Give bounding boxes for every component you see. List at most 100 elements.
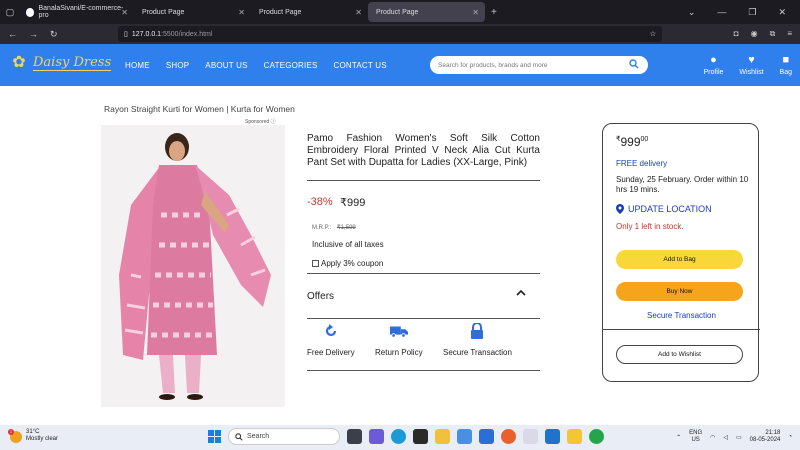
volume-icon[interactable]: ◁	[723, 434, 728, 441]
truck-icon	[389, 323, 408, 339]
clock[interactable]: 21:18 08-05-2024	[750, 430, 781, 444]
mrp-line: M.R.P.: ₹1,599	[312, 224, 356, 231]
language-indicator[interactable]: ENG US	[689, 430, 702, 444]
region-code: US	[691, 437, 700, 443]
update-location-link[interactable]: UPDATE LOCATION	[616, 204, 712, 214]
weather-icon: 1	[8, 429, 22, 443]
divider	[307, 180, 540, 181]
buy-now-button[interactable]: Buy Now	[616, 282, 743, 301]
nav-home[interactable]: HOME	[125, 61, 150, 70]
widgets-icon[interactable]	[347, 429, 362, 444]
store-icon[interactable]	[457, 429, 472, 444]
account-icon[interactable]: ◉	[751, 29, 758, 39]
chevron-down-icon[interactable]: ⌄	[688, 7, 696, 18]
whatsapp-icon[interactable]	[589, 429, 604, 444]
chevron-up-icon[interactable]	[516, 289, 526, 300]
offers-toggle[interactable]: Offers	[307, 291, 334, 302]
battery-icon[interactable]: ▭	[736, 434, 742, 441]
lang-code: ENG	[689, 430, 703, 436]
feature-label: Return Policy	[375, 348, 423, 357]
tab-github[interactable]: BanalaSivani/E-commerce-pro ✕	[20, 0, 134, 24]
pocket-icon[interactable]: ◘	[734, 29, 739, 39]
terminal-icon[interactable]	[413, 429, 428, 444]
close-window-icon[interactable]: ✕	[778, 7, 786, 18]
window-controls: ⌄ — ❐ ✕	[688, 0, 800, 24]
tab-product-page-1[interactable]: Product Page ✕	[134, 0, 251, 24]
edge-icon[interactable]	[391, 429, 406, 444]
close-tab-icon[interactable]: ✕	[238, 8, 245, 17]
close-tab-icon[interactable]: ✕	[472, 8, 479, 17]
restore-icon[interactable]: ❐	[748, 7, 756, 18]
sticky-notes-icon[interactable]	[567, 429, 582, 444]
site-logo[interactable]: ✿ Daisy Dress	[8, 52, 112, 74]
wifi-icon[interactable]: ◠	[710, 434, 715, 441]
tab-label: BanalaSivani/E-commerce-pro	[38, 5, 124, 19]
back-icon[interactable]: ←	[8, 29, 17, 40]
coupon-checkbox[interactable]: Apply 3% coupon	[312, 259, 383, 268]
teams-icon[interactable]	[369, 429, 384, 444]
bag-icon: ■	[782, 54, 790, 66]
buybox-price: ₹99900	[616, 135, 648, 149]
nav-contact-us[interactable]: CONTACT US	[334, 61, 387, 70]
close-tab-icon[interactable]: ✕	[355, 8, 362, 17]
mrp-value: ₹1,599	[336, 225, 356, 231]
reload-icon[interactable]: ↻	[50, 29, 58, 40]
divider	[603, 329, 760, 330]
weather-temp: 31°C	[26, 429, 40, 435]
chevron-up-icon[interactable]: ⌃	[676, 434, 681, 441]
breadcrumb: Rayon Straight Kurti for Women | Kurta f…	[104, 104, 295, 114]
windows-start-icon[interactable]	[208, 430, 221, 443]
url-input[interactable]: ▯ 127.0.0.1:5500/index.html ☆	[118, 26, 662, 42]
wishlist-button[interactable]: ♥ Wishlist	[739, 54, 763, 76]
tab-label: Product Page	[376, 8, 419, 16]
close-tab-icon[interactable]: ✕	[121, 8, 128, 17]
weather-widget[interactable]: 1 31°C Mostly clear	[8, 429, 58, 443]
file-explorer-icon[interactable]	[435, 429, 450, 444]
vscode-icon[interactable]	[545, 429, 560, 444]
tab-product-page-2[interactable]: Product Page ✕	[251, 0, 368, 24]
location-pin-icon	[616, 204, 624, 214]
logo-text: Daisy Dress	[33, 55, 112, 71]
person-icon: ●	[710, 54, 717, 66]
tab-list-icon[interactable]: ▢	[0, 7, 20, 18]
price-main: 999	[620, 135, 641, 149]
notification-icon[interactable]: ◔	[788, 434, 792, 440]
url-host: 127.0.0.1	[131, 30, 162, 38]
stock-status: Only 1 left in stock.	[616, 222, 684, 231]
secure-transaction-link[interactable]: Secure Transaction	[603, 311, 760, 320]
daisy-logo-icon: ✿	[12, 54, 26, 71]
firefox-icon[interactable]	[501, 429, 516, 444]
bag-button[interactable]: ■ Bag	[780, 54, 792, 76]
forward-icon[interactable]: →	[29, 29, 38, 40]
taskbar-search[interactable]: Search	[228, 428, 340, 445]
feature-secure-transaction: Secure Transaction	[443, 323, 512, 357]
page-icon: ▯	[124, 31, 128, 38]
system-tray: ⌃ ENG US ◠ ◁ ▭ 21:18 08-05-2024 ◔	[676, 430, 792, 444]
search-icon	[235, 432, 243, 441]
nav-shop[interactable]: SHOP	[166, 61, 189, 70]
paint-icon[interactable]	[523, 429, 538, 444]
new-tab-icon[interactable]: +	[491, 7, 497, 18]
checkbox-box[interactable]	[312, 260, 319, 267]
extensions-icon[interactable]: ⧉	[770, 29, 776, 39]
profile-button[interactable]: ● Profile	[704, 54, 724, 76]
browser-tab-bar: ▢ BanalaSivani/E-commerce-pro ✕ Product …	[0, 0, 800, 24]
nav-about-us[interactable]: ABOUT US	[205, 61, 247, 70]
feature-label: Free Delivery	[307, 348, 355, 357]
nav-categories[interactable]: CATEGORIES	[264, 61, 318, 70]
free-delivery-link[interactable]: FREE delivery	[616, 159, 667, 168]
search-placeholder: Search for products, brands and more	[438, 61, 548, 69]
product-price: ₹999	[340, 197, 366, 209]
search-icon[interactable]	[629, 59, 639, 69]
bookmark-star-icon[interactable]: ☆	[650, 30, 656, 38]
vscode-insiders-icon[interactable]	[479, 429, 494, 444]
search-input[interactable]: Search for products, brands and more	[430, 56, 648, 74]
tab-product-page-active[interactable]: Product Page ✕	[368, 2, 485, 22]
main-nav: HOME SHOP ABOUT US CATEGORIES CONTACT US	[125, 61, 387, 70]
add-to-wishlist-button[interactable]: Add to Wishlist	[616, 345, 743, 364]
clock-date: 08-05-2024	[749, 437, 781, 443]
taskbar: 1 31°C Mostly clear Search ⌃ ENG US ◠ ◁	[0, 425, 800, 450]
add-to-bag-button[interactable]: Add to Bag	[616, 250, 743, 269]
menu-icon[interactable]: ≡	[787, 29, 792, 39]
minimize-icon[interactable]: —	[717, 7, 726, 17]
